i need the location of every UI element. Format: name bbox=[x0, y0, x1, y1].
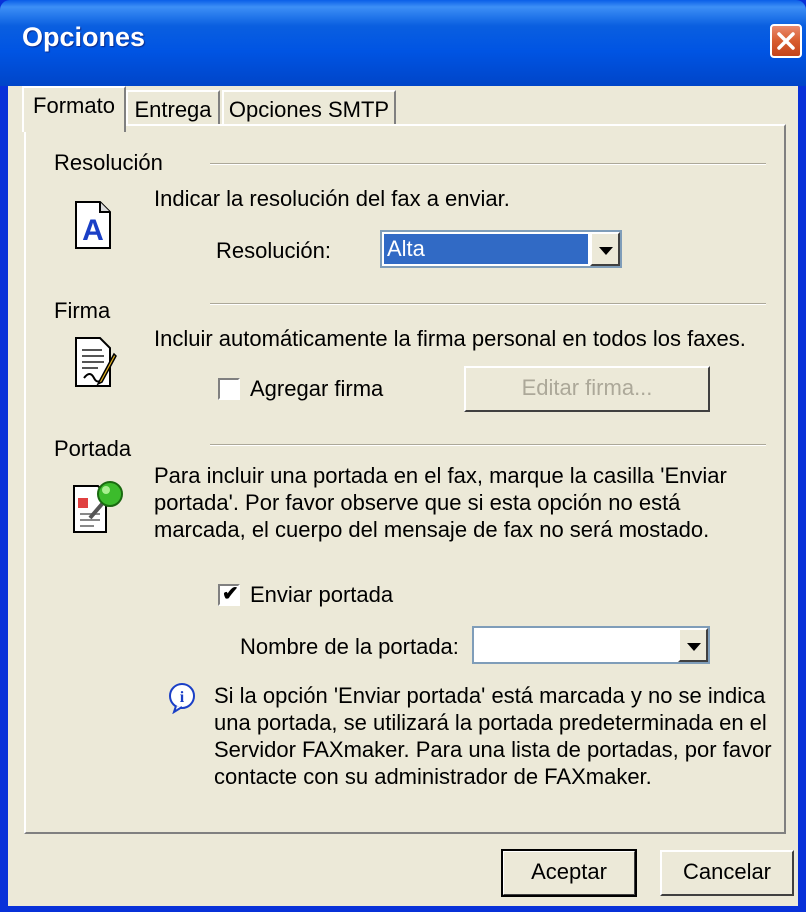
cover-info-text: Si la opción 'Enviar portada' está marca… bbox=[214, 683, 772, 789]
signature-section-label: Firma bbox=[54, 298, 111, 323]
tab-panel-formato: Resolución A Indicar la resolución del f… bbox=[24, 124, 786, 834]
svg-text:i: i bbox=[180, 689, 185, 706]
svg-text:A: A bbox=[82, 214, 104, 247]
cancel-button[interactable]: Cancelar bbox=[660, 850, 794, 896]
add-signature-label: Agregar firma bbox=[250, 376, 384, 401]
title-bar[interactable]: Opciones bbox=[0, 0, 806, 86]
cover-name-label: Nombre de la portada: bbox=[240, 634, 459, 659]
tab-label: Formato bbox=[33, 93, 115, 118]
resolution-divider bbox=[210, 163, 766, 165]
checkmark-icon: ✔ bbox=[222, 583, 239, 605]
send-cover-checkbox[interactable]: ✔ bbox=[218, 583, 240, 606]
tab-label: Opciones SMTP bbox=[228, 97, 390, 122]
chevron-down-icon bbox=[687, 643, 701, 651]
signature-divider bbox=[210, 303, 766, 305]
send-cover-label: Enviar portada bbox=[250, 582, 394, 607]
resolution-selected-value: Alta bbox=[384, 234, 588, 264]
resolution-field-label: Resolución: bbox=[216, 238, 331, 263]
cover-name-dropdown-button[interactable] bbox=[678, 628, 708, 662]
cover-description: Para incluir una portada en el fax, marq… bbox=[154, 463, 727, 542]
resolution-icon: A bbox=[75, 201, 111, 249]
close-button[interactable] bbox=[770, 24, 802, 58]
options-dialog: Opciones Formato Entrega Opciones SMTP R… bbox=[0, 0, 806, 912]
add-signature-checkbox[interactable] bbox=[218, 378, 240, 400]
info-icon: i bbox=[169, 683, 195, 714]
signature-icon bbox=[75, 337, 117, 387]
cover-name-select[interactable] bbox=[472, 626, 710, 664]
resolution-select[interactable]: Alta bbox=[380, 230, 622, 268]
resolution-description: Indicar la resolución del fax a enviar. bbox=[154, 186, 510, 211]
edit-signature-button[interactable]: Editar firma... bbox=[464, 366, 710, 412]
cover-section-label: Portada bbox=[54, 436, 132, 461]
accept-button[interactable]: Aceptar bbox=[501, 849, 637, 897]
tab-formato[interactable]: Formato bbox=[22, 86, 126, 132]
close-icon bbox=[777, 32, 795, 50]
chevron-down-icon bbox=[599, 247, 613, 255]
window-title: Opciones bbox=[22, 22, 146, 52]
tab-label: Entrega bbox=[134, 97, 212, 122]
signature-description: Incluir automáticamente la firma persona… bbox=[154, 326, 746, 351]
resolution-dropdown-button[interactable] bbox=[590, 232, 620, 266]
resolution-section-label: Resolución bbox=[54, 150, 163, 175]
cover-page-icon bbox=[73, 481, 123, 533]
cover-divider bbox=[210, 444, 766, 446]
dialog-body: Formato Entrega Opciones SMTP Resolución… bbox=[8, 86, 798, 906]
